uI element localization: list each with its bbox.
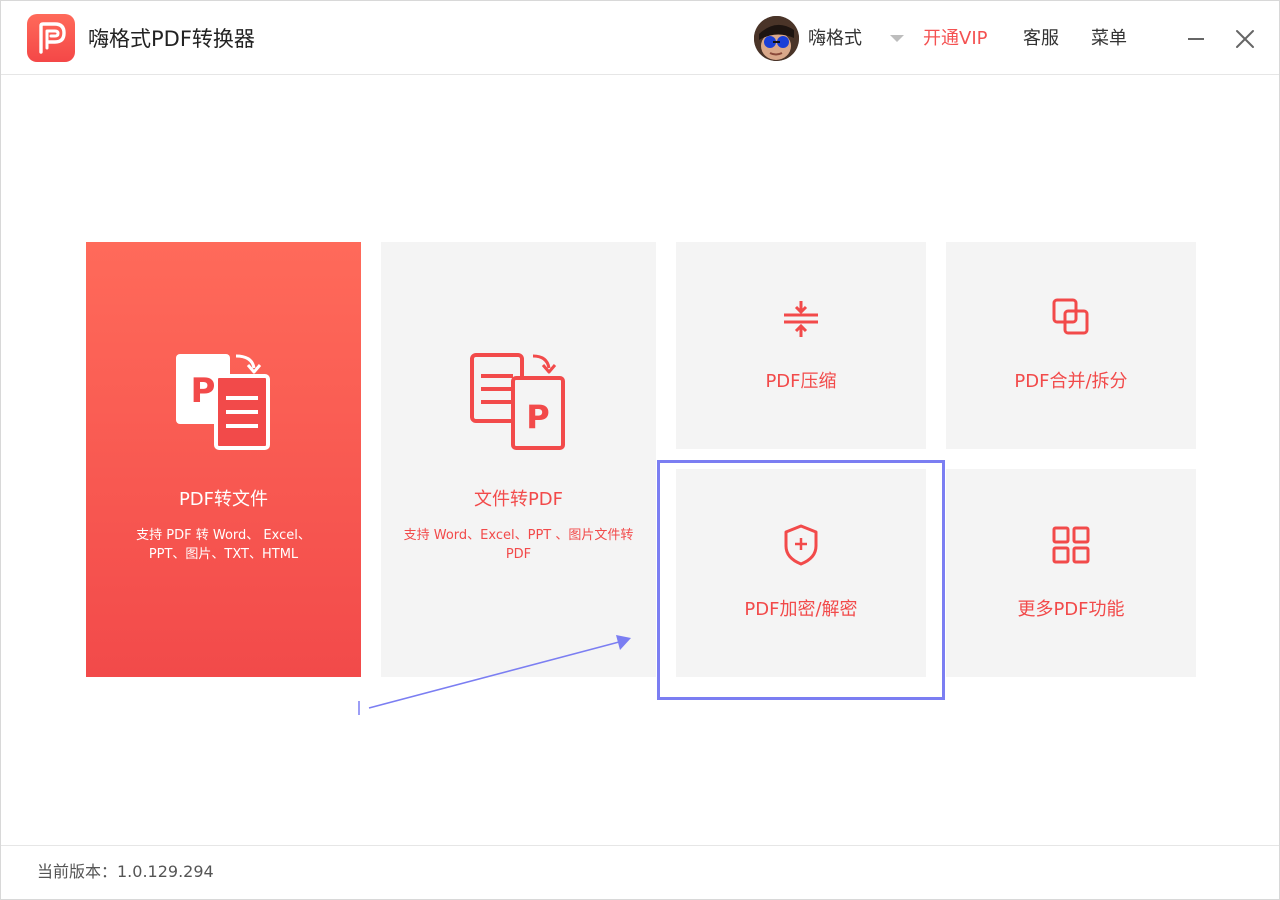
user-avatar[interactable] — [754, 16, 799, 61]
minimize-icon[interactable] — [1188, 38, 1204, 40]
svg-text:P: P — [526, 398, 549, 436]
card-description: 支持 PDF 转 Word、 Excel、 PPT、图片、TXT、HTML — [116, 526, 331, 564]
chevron-down-icon[interactable] — [890, 35, 904, 42]
card-title: PDF转文件 — [86, 488, 361, 512]
footer: 当前版本：1.0.129.294 — [1, 845, 1279, 899]
close-icon[interactable] — [1235, 29, 1255, 49]
more-pdf-functions-card[interactable]: 更多PDF功能 — [946, 469, 1196, 677]
card-title: 文件转PDF — [381, 488, 656, 512]
open-vip-link[interactable]: 开通VIP — [923, 27, 987, 51]
shield-plus-icon — [783, 524, 819, 566]
app-title: 嗨格式PDF转换器 — [88, 25, 255, 53]
card-title: 更多PDF功能 — [946, 598, 1196, 622]
pdf-compress-card[interactable]: PDF压缩 — [676, 242, 926, 449]
pdf-to-file-card[interactable]: P PDF转文件 支持 PDF 转 Word、 Excel、 PPT、图片、TX… — [86, 242, 361, 677]
menu-link[interactable]: 菜单 — [1091, 27, 1127, 51]
pdf-merge-split-card[interactable]: PDF合并/拆分 — [946, 242, 1196, 449]
card-title: PDF压缩 — [676, 370, 926, 394]
file-to-pdf-icon: P — [469, 352, 569, 452]
overlap-squares-icon — [1052, 298, 1090, 336]
card-title: PDF合并/拆分 — [946, 370, 1196, 394]
card-description: 支持 Word、Excel、PPT 、图片文件转 PDF — [401, 526, 636, 564]
compress-arrows-icon — [782, 300, 820, 338]
grid-four-icon — [1052, 526, 1090, 564]
file-to-pdf-card[interactable]: P 文件转PDF 支持 Word、Excel、PPT 、图片文件转 PDF — [381, 242, 656, 677]
customer-service-link[interactable]: 客服 — [1023, 27, 1059, 51]
version-label: 当前版本：1.0.129.294 — [37, 861, 214, 883]
title-bar: 嗨格式PDF转换器 嗨格式 开通VIP 客服 菜单 — [1, 1, 1279, 75]
app-window: 嗨格式PDF转换器 嗨格式 开通VIP 客服 菜单 — [0, 0, 1280, 900]
svg-text:P: P — [191, 371, 216, 411]
card-title: PDF加密/解密 — [676, 598, 926, 622]
pdf-to-file-icon: P — [174, 352, 274, 452]
pdf-encrypt-decrypt-card[interactable]: PDF加密/解密 — [676, 469, 926, 677]
username[interactable]: 嗨格式 — [808, 27, 862, 51]
app-logo-icon — [27, 14, 75, 62]
